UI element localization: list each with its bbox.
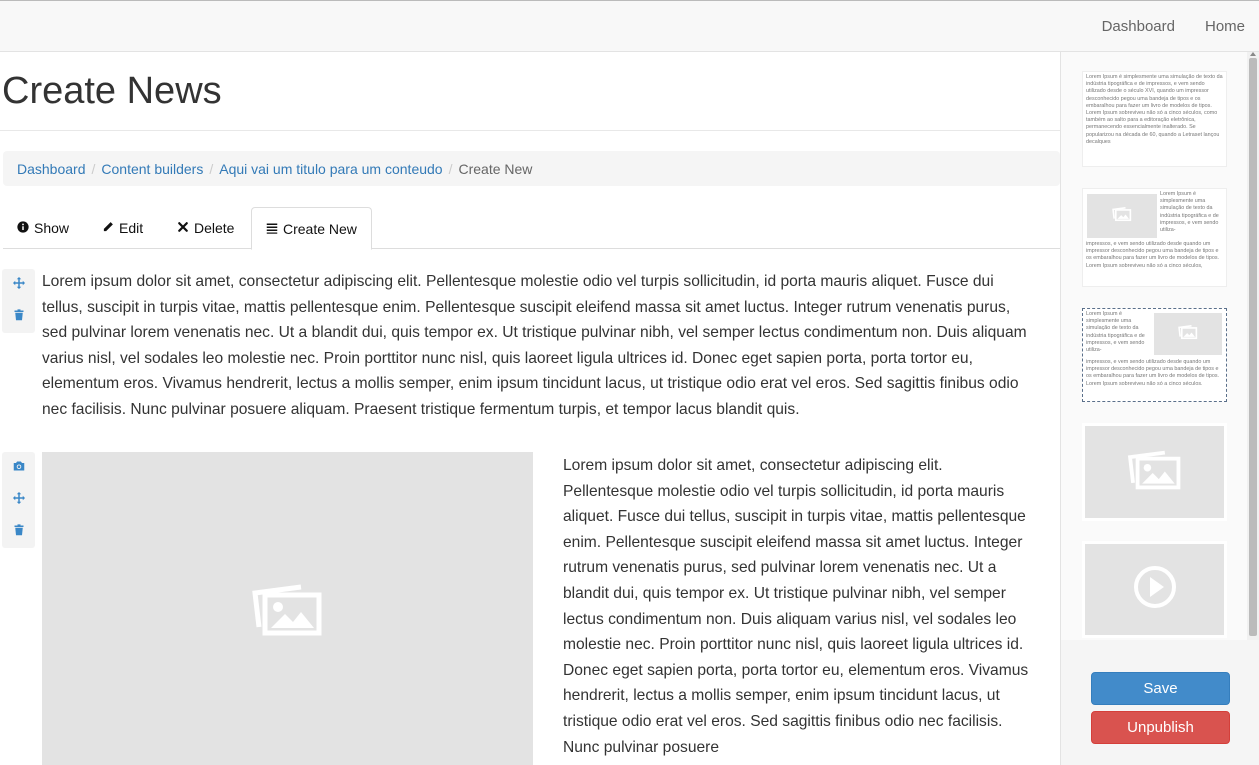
scroll-up-arrow-icon[interactable] [1250,52,1256,56]
title-divider [0,130,1060,131]
unpublish-button[interactable]: Unpublish [1091,711,1230,744]
pencil-icon [102,208,114,248]
snippet-video[interactable] [1082,541,1227,638]
delete-block-button[interactable] [2,516,35,548]
breadcrumb-content-title[interactable]: Aqui vai um titulo para um conteudo [219,161,442,177]
trash-icon [13,308,25,326]
tab-delete[interactable]: Delete [163,207,248,249]
snippet-image-box [1085,426,1224,518]
snippet-text-preview: Lorem Ipsum é simplesmente uma simulação… [1086,74,1223,145]
save-button[interactable]: Save [1091,672,1230,705]
info-circle-icon [17,208,29,248]
change-image-button[interactable] [2,452,35,484]
delete-block-button[interactable] [2,301,35,333]
nav-dashboard-link[interactable]: Dashboard [1087,1,1190,52]
play-circle-icon [1133,565,1177,614]
sidebar-scrollbar[interactable] [1247,52,1259,640]
page-title: Create News [2,70,222,112]
trash-icon [13,523,25,541]
breadcrumb-separator: / [209,160,214,177]
top-navbar: Dashboard Home [0,0,1259,52]
text-block-content[interactable]: Lorem ipsum dolor sit amet, consectetur … [42,269,1032,423]
move-arrows-icon [12,276,25,294]
snippet-text[interactable]: Lorem Ipsum é simplesmente uma simulação… [1082,71,1227,167]
scrollbar-thumb[interactable] [1249,58,1257,636]
snippet-video-box [1085,544,1224,635]
tab-create-new[interactable]: Create New [251,207,372,250]
snippet-bottom-text: impressos, e vem sendo utilizado desde q… [1086,241,1220,269]
image-placeholder[interactable] [42,452,533,765]
nav-home-link[interactable]: Home [1190,1,1259,52]
image-icon [1127,448,1183,497]
move-block-button[interactable] [2,484,35,516]
tab-delete-label: Delete [194,220,235,236]
list-icon [266,209,278,249]
breadcrumb-dashboard[interactable]: Dashboard [17,161,86,177]
snippet-image-box [1154,313,1222,355]
snippet-side-text: Lorem Ipsum é simplesmente uma simulação… [1160,191,1219,234]
snippet-image-right-text[interactable]: Lorem Ipsum é simplesmente uma simulação… [1082,308,1227,402]
image-icon [251,581,325,644]
action-tabs: Show Edit Delete Create New [3,207,1060,250]
breadcrumb-separator: / [448,160,453,177]
snippet-image-left-text[interactable]: Lorem Ipsum é simplesmente uma simulação… [1082,188,1227,287]
snippet-list: Lorem Ipsum é simplesmente uma simulação… [1061,52,1247,640]
times-icon [177,208,189,248]
snippet-image-box [1087,194,1157,238]
tab-edit[interactable]: Edit [88,207,157,249]
snippet-bottom-text: impressos, e vem sendo utilizado desde q… [1086,359,1220,387]
image-block-text[interactable]: Lorem ipsum dolor sit amet, consectetur … [563,453,1033,760]
image-block-toolbox [2,452,35,548]
image-icon [1112,206,1132,227]
top-nav: Dashboard Home [1087,1,1259,52]
breadcrumb: Dashboard / Content builders / Aqui vai … [3,151,1060,186]
snippet-side-text: Lorem Ipsum é simplesmente uma simulação… [1086,311,1145,354]
move-arrows-icon [12,491,25,509]
breadcrumb-active: Create New [458,160,533,177]
image-icon [1178,324,1198,345]
tab-edit-label: Edit [119,220,144,236]
tab-create-new-label: Create New [283,220,357,237]
breadcrumb-content-builders[interactable]: Content builders [101,161,203,177]
move-block-button[interactable] [2,269,35,301]
text-block-toolbox [2,269,35,333]
tab-show-label: Show [34,220,70,236]
snippet-sidebar: Lorem Ipsum é simplesmente uma simulação… [1060,52,1259,765]
camera-icon [13,459,25,477]
snippet-image[interactable] [1082,423,1227,521]
tab-show[interactable]: Show [3,207,83,249]
main-content: Create News Dashboard / Content builders… [0,52,1060,765]
breadcrumb-separator: / [91,160,96,177]
